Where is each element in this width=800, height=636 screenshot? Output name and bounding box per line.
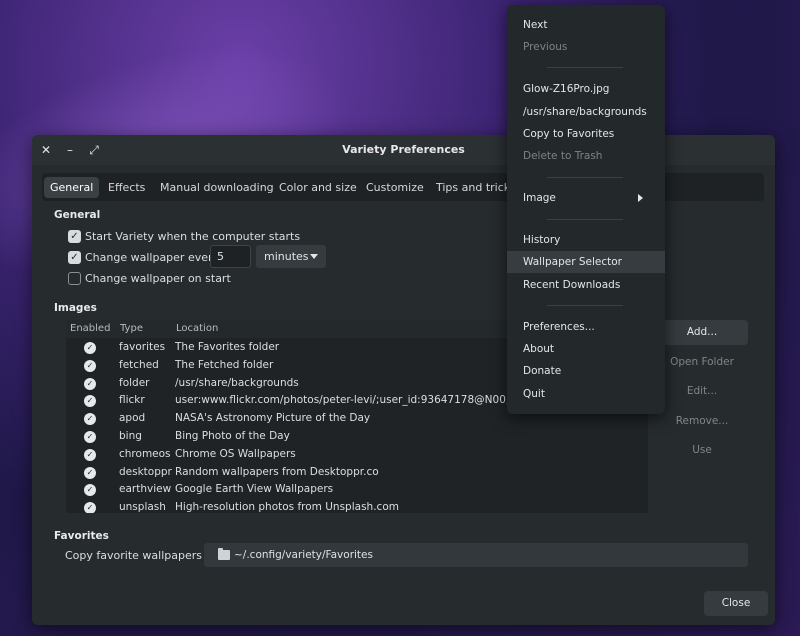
favorites-folder-chooser[interactable]: ~/.config/variety/Favorites	[204, 543, 748, 567]
row-location: Bing Photo of the Day	[175, 430, 290, 442]
start-on-boot-checkbox[interactable]: ✓	[68, 229, 81, 243]
menu-quit[interactable]: Quit	[507, 383, 665, 405]
enabled-check-icon[interactable]: ✓	[84, 377, 96, 390]
tab-effects[interactable]: Effects	[102, 177, 151, 198]
menu-separator	[547, 177, 623, 178]
enabled-check-icon[interactable]: ✓	[84, 502, 96, 513]
table-row[interactable]: ✓ chromeos Chrome OS Wallpapers	[66, 446, 648, 464]
row-type: chromeos	[119, 447, 171, 460]
copy-favorites-label: Copy favorite wallpapers to	[65, 549, 217, 562]
row-location: The Favorites folder	[175, 341, 280, 353]
chevron-down-icon	[310, 254, 318, 259]
row-location: High-resolution photos from Unsplash.com	[175, 501, 399, 513]
menu-copy-to-favorites[interactable]: Copy to Favorites	[507, 123, 665, 145]
add-source-button[interactable]: Add...	[656, 320, 748, 345]
row-type: earthview	[119, 483, 172, 496]
change-every-row[interactable]: ✓ Change wallpaper every	[68, 248, 219, 266]
row-location: Random wallpapers from Desktoppr.co	[175, 465, 379, 478]
folder-icon	[218, 548, 230, 560]
menu-separator	[547, 67, 623, 68]
use-source-button[interactable]: Use	[656, 438, 748, 463]
change-every-checkbox[interactable]: ✓	[68, 250, 81, 264]
enabled-check-icon[interactable]: ✓	[84, 431, 96, 443]
chevron-right-icon	[638, 194, 643, 202]
interval-unit-value: minutes	[264, 250, 309, 263]
row-type: bing	[119, 430, 142, 442]
images-heading: Images	[54, 302, 97, 314]
table-row[interactable]: ✓ unsplash High-resolution photos from Uns…	[66, 499, 648, 513]
enabled-check-icon[interactable]: ✓	[84, 395, 96, 408]
enabled-check-icon[interactable]: ✓	[84, 448, 96, 461]
row-location: Google Earth View Wallpapers	[175, 483, 334, 496]
row-type: folder	[119, 376, 150, 389]
menu-donate[interactable]: Donate	[507, 360, 665, 382]
menu-current-file[interactable]: Glow-Z16Pro.jpg	[507, 78, 665, 100]
interval-input[interactable]: 5	[210, 245, 251, 268]
row-type: apod	[119, 412, 146, 425]
row-type: unsplash	[119, 501, 166, 513]
tab-manual-downloading[interactable]: Manual downloading	[154, 177, 280, 198]
menu-image-label: Image	[523, 192, 556, 204]
menu-image[interactable]: Image	[507, 187, 665, 209]
menu-next[interactable]: Next	[507, 14, 665, 36]
close-button[interactable]: Close	[704, 591, 768, 616]
column-location[interactable]: Location	[176, 323, 218, 334]
menu-history[interactable]: History	[507, 229, 665, 251]
row-type: flickr	[119, 394, 145, 407]
enabled-check-icon[interactable]: ✓	[84, 484, 96, 497]
tab-general[interactable]: General	[44, 177, 100, 198]
change-on-start-row[interactable]: Change wallpaper on start	[68, 269, 231, 287]
row-location: NASA's Astronomy Picture of the Day	[175, 412, 371, 425]
menu-preferences[interactable]: Preferences...	[507, 316, 665, 338]
open-folder-button[interactable]: Open Folder	[656, 350, 748, 375]
change-on-start-checkbox[interactable]	[68, 271, 81, 285]
start-on-boot-label: Start Variety when the computer starts	[85, 229, 301, 243]
row-type: desktoppr	[119, 465, 172, 478]
menu-separator	[547, 219, 623, 220]
change-every-label: Change wallpaper every	[85, 250, 220, 264]
table-row[interactable]: ✓ bing Bing Photo of the Day	[66, 428, 648, 446]
menu-separator	[547, 305, 623, 306]
interval-unit-select[interactable]: minutes	[256, 245, 326, 268]
row-location: Chrome OS Wallpapers	[175, 447, 296, 460]
menu-recent-downloads[interactable]: Recent Downloads	[507, 274, 665, 296]
menu-current-folder[interactable]: /usr/share/backgrounds	[507, 101, 665, 123]
column-enabled[interactable]: Enabled	[70, 323, 110, 334]
enabled-check-icon[interactable]: ✓	[84, 466, 96, 479]
enabled-check-icon[interactable]: ✓	[84, 413, 96, 426]
row-location: The Fetched folder	[175, 358, 274, 371]
remove-source-button[interactable]: Remove...	[656, 409, 748, 434]
menu-about[interactable]: About	[507, 338, 665, 360]
favorites-path: ~/.config/variety/Favorites	[234, 549, 373, 561]
table-row[interactable]: ✓ earthview Google Earth View Wallpapers	[66, 481, 648, 499]
row-location: /usr/share/backgrounds	[175, 376, 299, 389]
start-on-boot-row[interactable]: ✓ Start Variety when the computer starts	[68, 227, 300, 245]
enabled-check-icon[interactable]: ✓	[84, 342, 96, 354]
table-row[interactable]: ✓ desktoppr Random wallpapers from Desktop…	[66, 464, 648, 482]
tab-customize[interactable]: Customize	[360, 177, 430, 198]
column-type[interactable]: Type	[120, 323, 143, 334]
menu-previous[interactable]: Previous	[507, 36, 665, 58]
tray-context-menu: Next Previous Glow-Z16Pro.jpg /usr/share…	[507, 5, 665, 414]
row-type: favorites	[119, 341, 166, 353]
menu-wallpaper-selector[interactable]: Wallpaper Selector	[507, 251, 665, 273]
row-location: user:www.flickr.com/photos/peter-levi/;u…	[175, 394, 510, 407]
tab-color-and-size[interactable]: Color and size	[273, 177, 363, 198]
general-heading: General	[54, 209, 101, 221]
row-type: fetched	[119, 358, 159, 371]
change-on-start-label: Change wallpaper on start	[85, 271, 231, 285]
favorites-heading: Favorites	[54, 530, 109, 542]
menu-delete-to-trash[interactable]: Delete to Trash	[507, 145, 665, 167]
edit-source-button[interactable]: Edit...	[656, 379, 748, 404]
enabled-check-icon[interactable]: ✓	[84, 359, 96, 372]
